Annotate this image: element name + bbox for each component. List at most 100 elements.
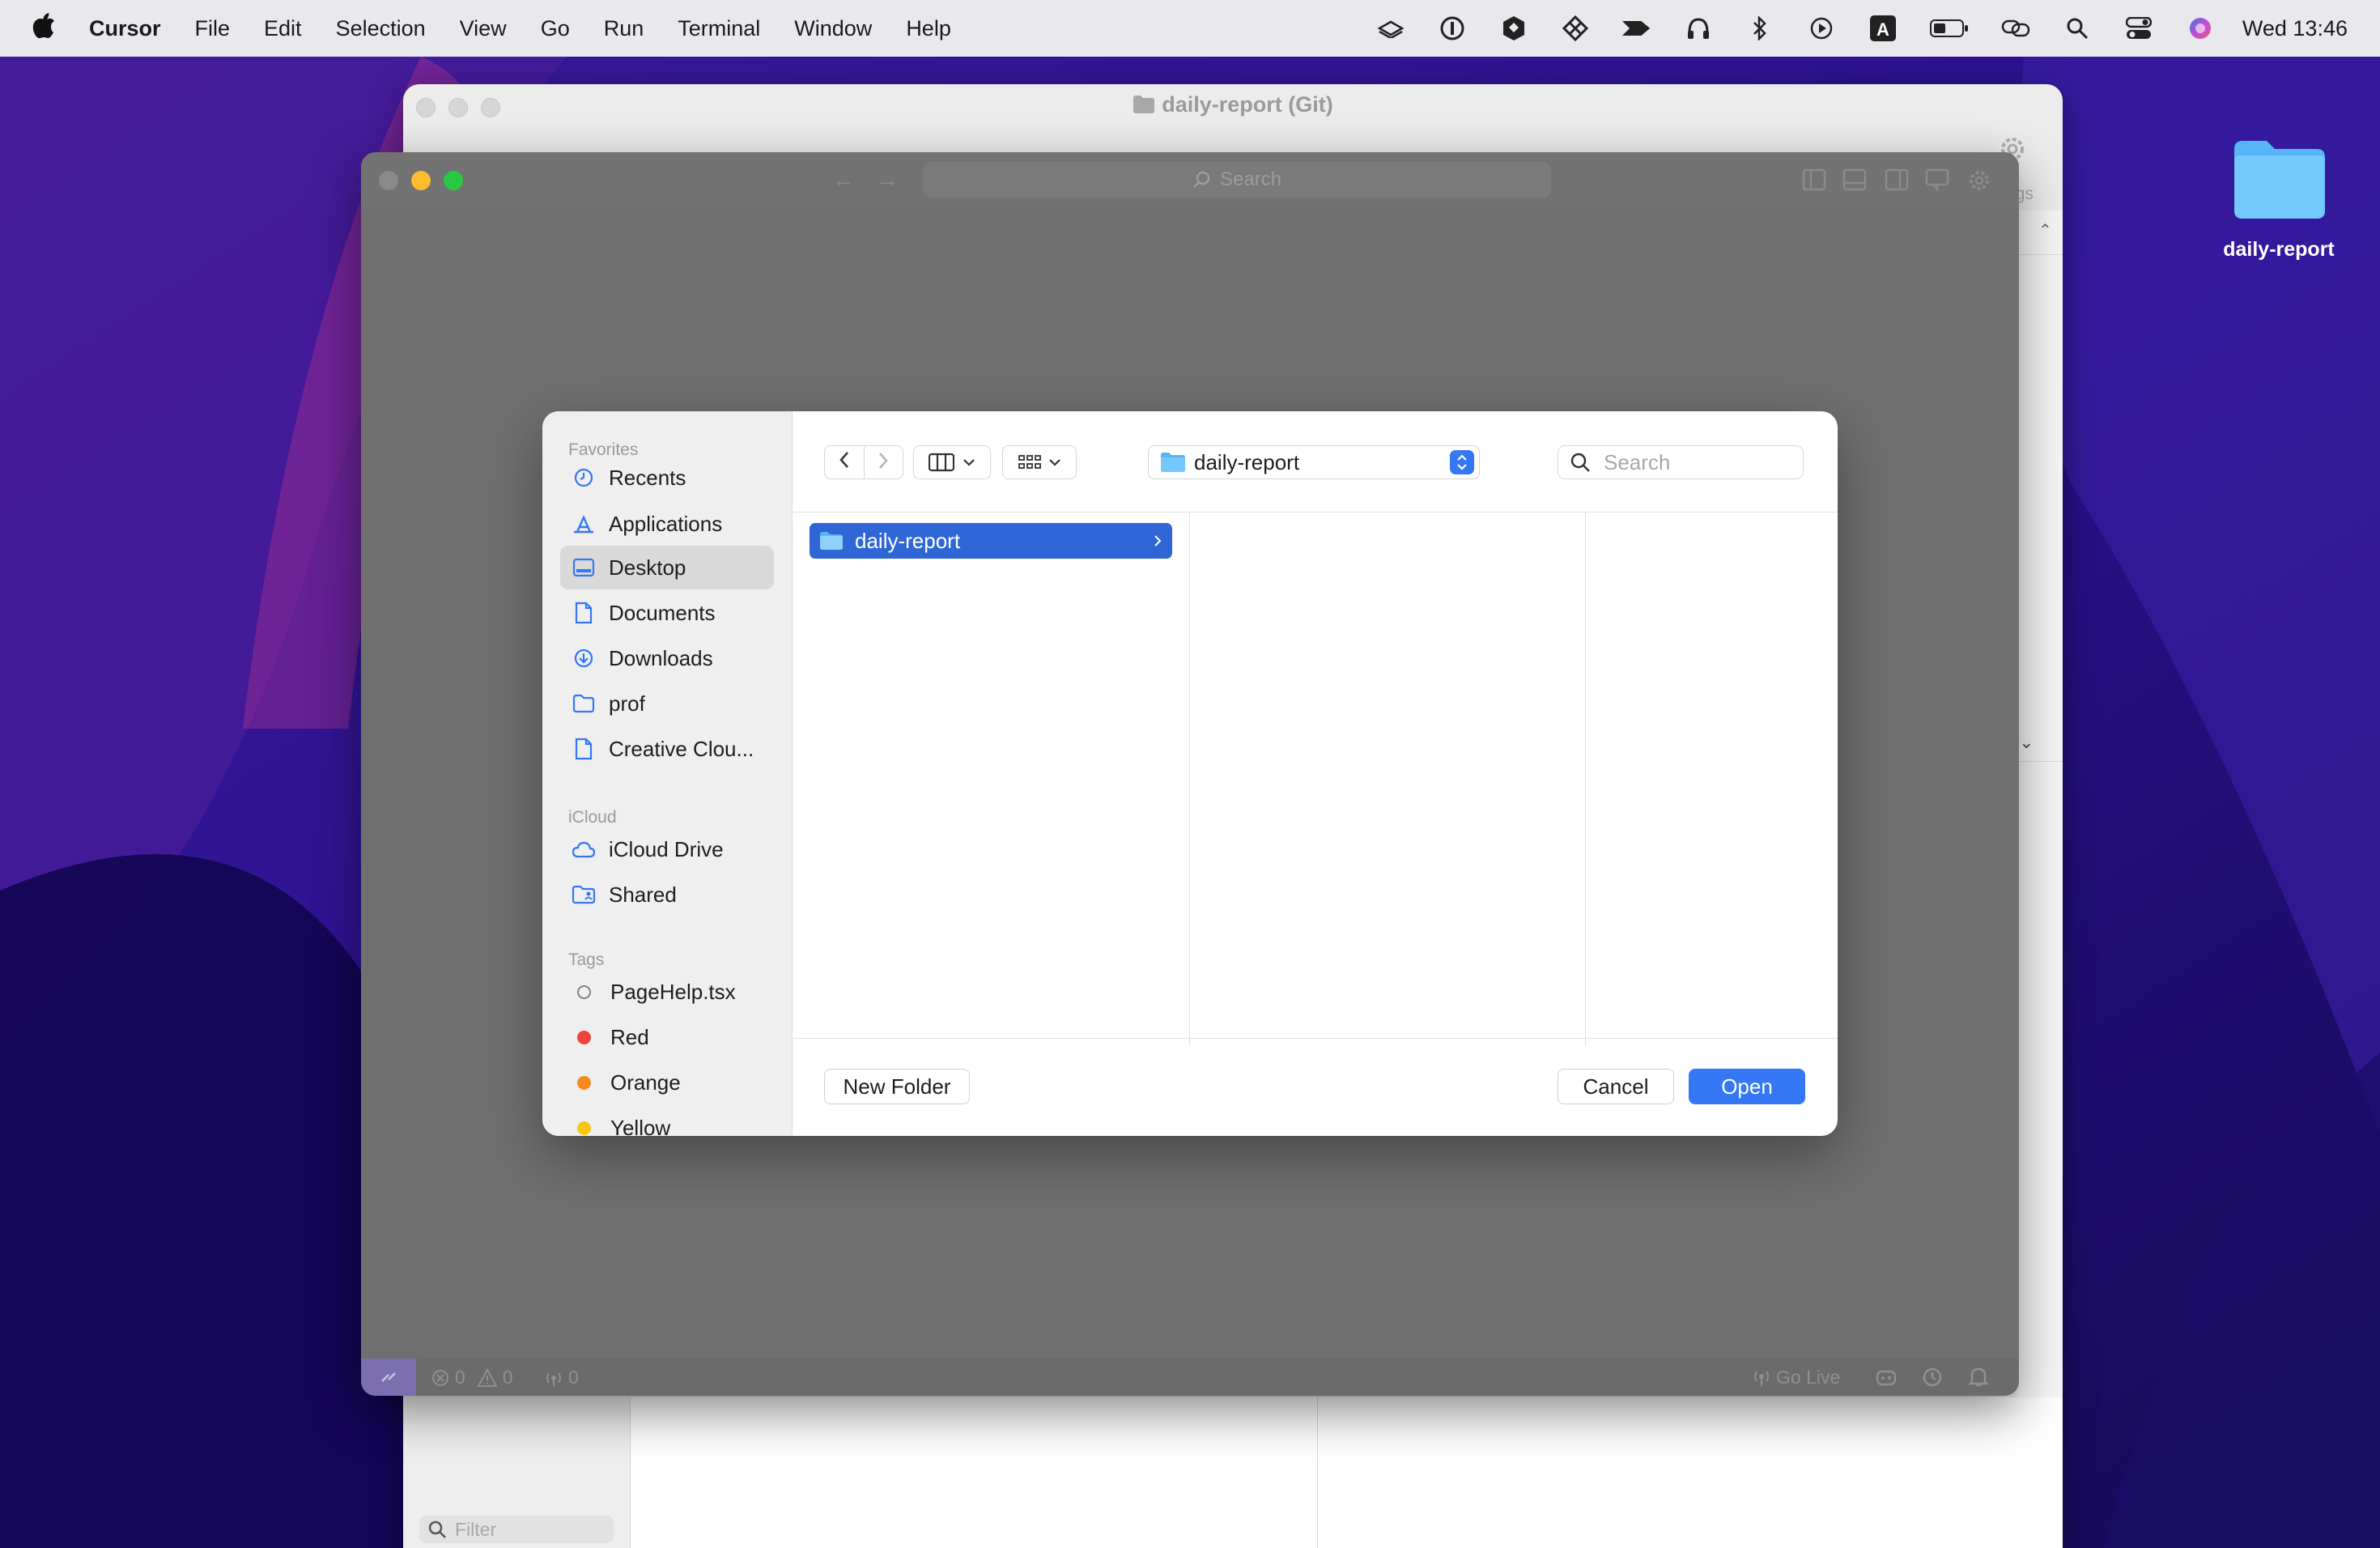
sidebar-item-label: Applications: [609, 511, 723, 536]
menubar-clock[interactable]: Wed 13:46: [2242, 16, 2348, 41]
airplane-icon[interactable]: [1621, 14, 1651, 43]
sidebar-item-label: Documents: [609, 600, 716, 625]
toggle-secondary-sidebar-icon[interactable]: [1885, 168, 1909, 195]
bluetooth-icon[interactable]: [1745, 14, 1774, 43]
forward-arrow-icon[interactable]: →: [876, 167, 899, 193]
sidebar-item-downloads[interactable]: Downloads: [560, 636, 774, 680]
battery-icon[interactable]: [1929, 14, 1969, 43]
git-window-title-text: daily-report (Git): [1162, 92, 1333, 117]
sidebar-item-label: prof: [609, 691, 645, 716]
bell-icon[interactable]: [1967, 1367, 1990, 1393]
headphones-icon[interactable]: [1684, 14, 1713, 43]
sidebar-item-label: Creative Clou...: [609, 736, 754, 761]
menu-selection[interactable]: Selection: [319, 16, 443, 41]
sidebar-tag-orange[interactable]: Orange: [560, 1061, 774, 1104]
git-popup-chevron-icon[interactable]: ⌃: [2038, 220, 2052, 240]
tag-empty-dot-icon: [577, 985, 591, 999]
one-password-icon[interactable]: [1438, 14, 1467, 43]
sidebar-item-icloud-drive[interactable]: iCloud Drive: [560, 827, 774, 871]
footer-divider: [793, 1038, 1838, 1039]
search-icon: [1570, 453, 1590, 472]
sidebar-item-shared[interactable]: Shared: [560, 873, 774, 916]
remote-indicator[interactable]: [361, 1359, 416, 1396]
git-window-titlebar: daily-report (Git): [403, 84, 2063, 133]
link-icon[interactable]: [2001, 14, 2030, 43]
broadcast-icon: [1754, 1370, 1769, 1386]
back-arrow-icon[interactable]: [825, 450, 864, 475]
git-right-panel: [2019, 211, 2063, 1397]
play-icon[interactable]: [1807, 14, 1836, 43]
chevron-down-icon: [1049, 459, 1060, 466]
toggle-primary-sidebar-icon[interactable]: [1802, 168, 1826, 195]
sidebar-item-creative-cloud[interactable]: Creative Clou...: [560, 727, 774, 771]
location-popup[interactable]: daily-report: [1148, 445, 1480, 479]
applications-icon: [572, 512, 596, 536]
menu-edit[interactable]: Edit: [247, 16, 319, 41]
git-detail-pane: [1318, 1397, 2063, 1548]
problems-indicator[interactable]: 0 0: [431, 1367, 513, 1389]
ports-indicator[interactable]: 0: [544, 1367, 579, 1389]
menu-go[interactable]: Go: [524, 16, 587, 41]
toggle-panel-icon[interactable]: [1842, 168, 1867, 195]
group-by-button[interactable]: [1002, 445, 1077, 479]
sidebar-item-desktop[interactable]: Desktop: [560, 546, 774, 589]
ide-command-search[interactable]: Search: [923, 162, 1551, 198]
menu-file[interactable]: File: [178, 16, 248, 41]
ide-zoom-button[interactable]: [444, 171, 463, 190]
ports-count: 0: [568, 1367, 579, 1388]
ide-search-placeholder: Search: [1219, 168, 1282, 190]
open-button[interactable]: Open: [1689, 1069, 1805, 1104]
apple-menu-icon[interactable]: [0, 12, 72, 45]
ide-minimize-button[interactable]: [411, 171, 431, 190]
view-mode-button[interactable]: [913, 445, 991, 479]
forward-arrow-icon[interactable]: [864, 451, 903, 474]
sidebar-item-label: iCloud Drive: [609, 836, 724, 861]
history-icon[interactable]: [1922, 1367, 1943, 1393]
sidebar-item-documents[interactable]: Documents: [560, 591, 774, 635]
menu-terminal[interactable]: Terminal: [661, 16, 777, 41]
warning-icon: [477, 1367, 498, 1387]
cancel-button[interactable]: Cancel: [1558, 1069, 1674, 1104]
desktop-folder-icon[interactable]: [2231, 134, 2328, 219]
popup-chevron-updown-icon: [1450, 450, 1474, 474]
git-filter-field[interactable]: Filter: [419, 1516, 614, 1543]
sidebar-tag-pagehelp[interactable]: PageHelp.tsx: [560, 970, 774, 1014]
keyboard-input-icon[interactable]: A: [1868, 14, 1898, 43]
download-icon: [572, 646, 596, 670]
list-item-daily-report[interactable]: daily-report: [810, 523, 1172, 559]
go-live-button[interactable]: Go Live: [1752, 1367, 1840, 1389]
menu-run[interactable]: Run: [587, 16, 661, 41]
menu-window[interactable]: Window: [777, 16, 889, 41]
siri-icon[interactable]: [2186, 14, 2215, 43]
ide-close-button[interactable]: [379, 171, 398, 190]
menu-help[interactable]: Help: [889, 16, 968, 41]
sidebar-tag-red[interactable]: Red: [560, 1015, 774, 1059]
chat-icon[interactable]: [1925, 168, 1949, 195]
git-window-title: daily-report (Git): [403, 92, 2063, 117]
cloud-stack-icon[interactable]: [1376, 14, 1405, 43]
sidebar-item-label: Desktop: [609, 555, 686, 580]
sidebar-item-applications[interactable]: Applications: [560, 502, 774, 546]
new-folder-button[interactable]: New Folder: [824, 1069, 970, 1104]
go-live-label: Go Live: [1776, 1367, 1841, 1388]
shield-icon[interactable]: [1499, 14, 1528, 43]
gear-icon[interactable]: [1967, 168, 1991, 197]
git-options-chevron-icon[interactable]: ⌄: [2019, 732, 2034, 753]
sidebar-item-recents[interactable]: Recents: [560, 456, 774, 500]
back-arrow-icon[interactable]: ←: [832, 167, 855, 193]
list-item-label: daily-report: [855, 528, 961, 553]
yellow-tag-dot-icon: [577, 1121, 591, 1135]
menu-view[interactable]: View: [443, 16, 524, 41]
spotlight-icon[interactable]: [2063, 14, 2092, 43]
desktop-folder-label: daily-report: [2223, 238, 2335, 261]
sidebar-item-prof[interactable]: prof: [560, 682, 774, 725]
dialog-search-field[interactable]: Search: [1558, 445, 1804, 479]
dialog-sidebar: Favorites Recents Applications Desktop D…: [542, 411, 793, 1136]
control-center-icon[interactable]: [2124, 14, 2153, 43]
app-menu-cursor[interactable]: Cursor: [72, 16, 178, 41]
sidebar-tag-yellow[interactable]: Yellow: [560, 1106, 774, 1136]
tailscale-icon[interactable]: [1561, 14, 1590, 43]
git-filter-placeholder: Filter: [455, 1518, 497, 1540]
orange-tag-dot-icon: [577, 1075, 591, 1090]
copilot-icon[interactable]: [1875, 1367, 1898, 1393]
